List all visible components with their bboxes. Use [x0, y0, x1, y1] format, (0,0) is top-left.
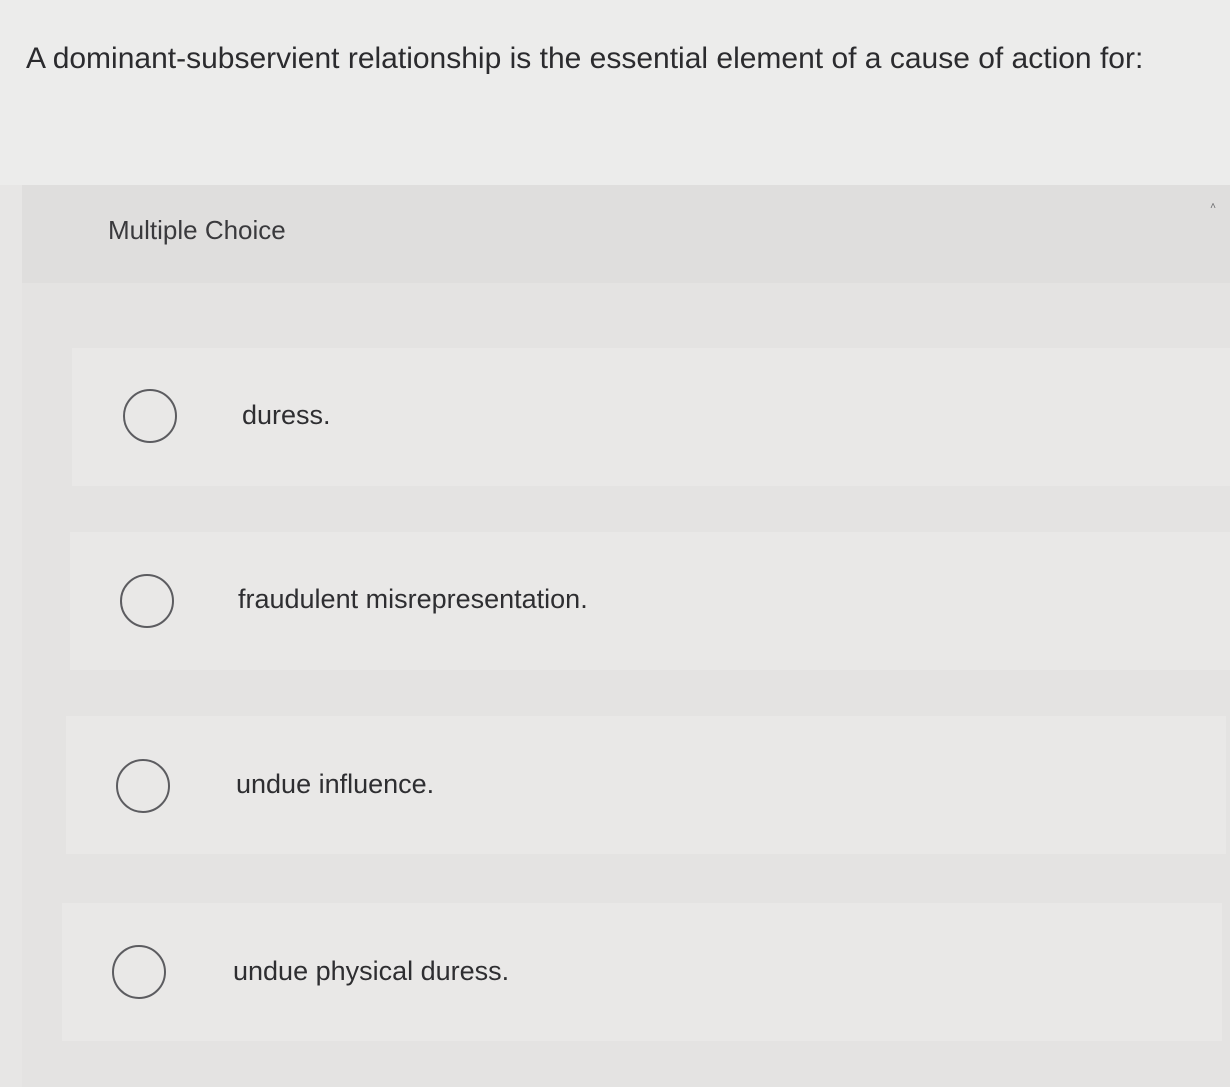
answer-option-3[interactable]: undue influence.: [66, 716, 1226, 854]
radio-button[interactable]: [123, 389, 177, 443]
answer-option-4[interactable]: undue physical duress.: [62, 903, 1222, 1041]
answer-option-1[interactable]: duress.: [72, 348, 1230, 486]
multiple-choice-panel: Multiple Choice ˄ duress. fraudulent mis…: [22, 185, 1230, 1087]
question-text: A dominant-subservient relationship is t…: [26, 42, 1144, 75]
question-area: [0, 0, 1230, 185]
answer-option-label: undue influence.: [236, 769, 435, 799]
answer-option-label: duress.: [242, 400, 331, 430]
answer-option-label: fraudulent misrepresentation.: [238, 584, 588, 614]
radio-button[interactable]: [112, 945, 166, 999]
radio-button[interactable]: [120, 574, 174, 628]
radio-button[interactable]: [116, 759, 170, 813]
answer-option-label: undue physical duress.: [233, 956, 510, 986]
answer-option-2[interactable]: fraudulent misrepresentation.: [70, 532, 1230, 670]
answer-choices: duress. fraudulent misrepresentation. un…: [22, 185, 1230, 1087]
